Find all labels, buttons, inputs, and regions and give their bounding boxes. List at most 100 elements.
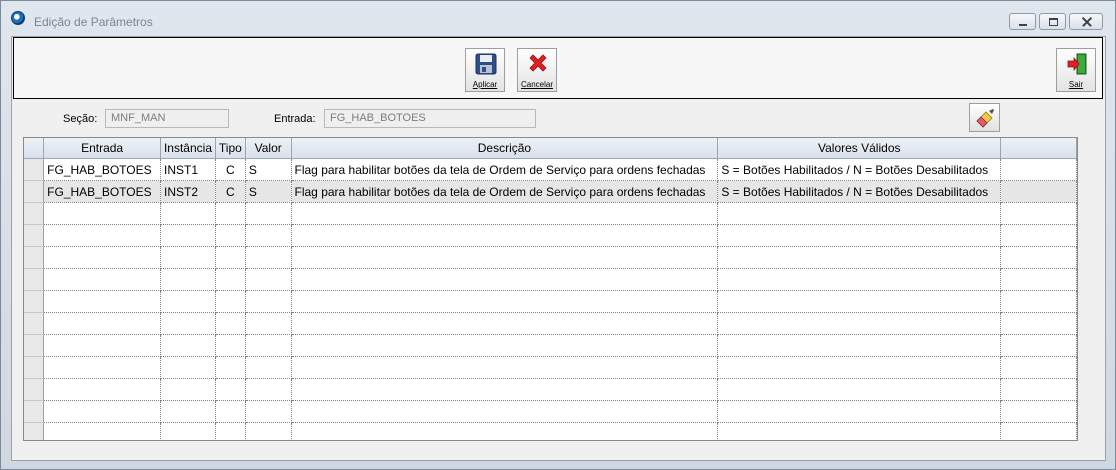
empty-cell[interactable] — [160, 290, 216, 313]
empty-cell[interactable] — [160, 246, 216, 269]
empty-cell[interactable] — [43, 268, 162, 291]
clear-button[interactable] — [969, 103, 1000, 132]
empty-cell[interactable] — [291, 334, 719, 357]
empty-cell[interactable] — [160, 268, 216, 291]
parameters-grid[interactable]: Entrada Instância Tipo Valor Descrição V… — [23, 137, 1078, 441]
empty-cell[interactable] — [245, 334, 292, 357]
empty-cell[interactable] — [291, 246, 719, 269]
empty-cell[interactable] — [245, 290, 292, 313]
cell-descricao[interactable]: Flag para habilitar botões da tela de Or… — [291, 158, 719, 181]
empty-row[interactable] — [24, 312, 1077, 335]
empty-cell[interactable] — [717, 290, 1002, 313]
empty-cell[interactable] — [717, 246, 1002, 269]
empty-cell[interactable] — [215, 268, 246, 291]
empty-cell[interactable] — [245, 378, 292, 401]
empty-cell[interactable] — [245, 400, 292, 423]
cell-descricao[interactable]: Flag para habilitar botões da tela de Or… — [291, 180, 719, 203]
empty-cell[interactable] — [291, 422, 719, 440]
empty-cell[interactable] — [215, 400, 246, 423]
empty-cell[interactable] — [160, 356, 216, 379]
empty-cell[interactable] — [160, 378, 216, 401]
empty-cell[interactable] — [717, 202, 1002, 225]
table-row[interactable]: FG_HAB_BOTOES INST1 C S Flag para habili… — [24, 158, 1077, 181]
empty-row[interactable] — [24, 268, 1077, 291]
empty-cell[interactable] — [160, 422, 216, 440]
empty-cell[interactable] — [245, 224, 292, 247]
empty-cell[interactable] — [717, 312, 1002, 335]
table-row[interactable]: FG_HAB_BOTOES INST2 C S Flag para habili… — [24, 180, 1077, 203]
empty-cell[interactable] — [291, 356, 719, 379]
empty-cell[interactable] — [215, 378, 246, 401]
empty-cell[interactable] — [43, 312, 162, 335]
empty-cell[interactable] — [43, 400, 162, 423]
col-header-valores-validos[interactable]: Valores Válidos — [717, 138, 1002, 159]
empty-cell[interactable] — [717, 400, 1002, 423]
empty-cell[interactable] — [245, 268, 292, 291]
empty-cell[interactable] — [717, 356, 1002, 379]
empty-cell[interactable] — [43, 356, 162, 379]
empty-cell[interactable] — [291, 268, 719, 291]
cell-entrada[interactable]: FG_HAB_BOTOES — [43, 158, 162, 181]
col-header-instancia[interactable]: Instância — [160, 138, 216, 159]
cell-valor[interactable]: S — [245, 158, 292, 181]
empty-cell[interactable] — [43, 290, 162, 313]
empty-cell[interactable] — [215, 312, 246, 335]
empty-row[interactable] — [24, 290, 1077, 313]
minimize-button[interactable] — [1009, 13, 1036, 30]
empty-cell[interactable] — [43, 246, 162, 269]
empty-cell[interactable] — [215, 290, 246, 313]
empty-cell[interactable] — [215, 246, 246, 269]
empty-cell[interactable] — [291, 400, 719, 423]
empty-cell[interactable] — [215, 356, 246, 379]
cancel-button[interactable]: Cancelar — [517, 48, 557, 92]
row-indicator[interactable] — [24, 180, 45, 203]
empty-row[interactable] — [24, 356, 1077, 379]
exit-button[interactable]: Sair — [1056, 48, 1096, 92]
empty-cell[interactable] — [717, 268, 1002, 291]
empty-row[interactable] — [24, 422, 1077, 440]
col-header-tipo[interactable]: Tipo — [215, 138, 246, 159]
empty-cell[interactable] — [43, 334, 162, 357]
empty-cell[interactable] — [291, 224, 719, 247]
empty-cell[interactable] — [160, 202, 216, 225]
row-indicator[interactable] — [24, 224, 45, 247]
empty-cell[interactable] — [43, 224, 162, 247]
empty-cell[interactable] — [160, 224, 216, 247]
empty-cell[interactable] — [717, 224, 1002, 247]
cell-tipo[interactable]: C — [215, 158, 246, 181]
empty-cell[interactable] — [245, 246, 292, 269]
empty-cell[interactable] — [717, 378, 1002, 401]
empty-cell[interactable] — [291, 378, 719, 401]
row-indicator[interactable] — [24, 246, 45, 269]
empty-cell[interactable] — [245, 312, 292, 335]
cell-entrada[interactable]: FG_HAB_BOTOES — [43, 180, 162, 203]
empty-cell[interactable] — [291, 202, 719, 225]
col-header-valor[interactable]: Valor — [245, 138, 292, 159]
row-indicator[interactable] — [24, 158, 45, 181]
apply-button[interactable]: Aplicar — [465, 48, 505, 92]
empty-cell[interactable] — [215, 334, 246, 357]
empty-cell[interactable] — [215, 422, 246, 440]
empty-cell[interactable] — [717, 422, 1002, 440]
empty-row[interactable] — [24, 246, 1077, 269]
row-indicator[interactable] — [24, 356, 45, 379]
empty-cell[interactable] — [160, 334, 216, 357]
row-indicator[interactable] — [24, 400, 45, 423]
empty-row[interactable] — [24, 334, 1077, 357]
empty-row[interactable] — [24, 400, 1077, 423]
cell-valores-validos[interactable]: S = Botões Habilitados / N = Botões Desa… — [717, 180, 1002, 203]
empty-row[interactable] — [24, 224, 1077, 247]
empty-cell[interactable] — [43, 202, 162, 225]
row-indicator[interactable] — [24, 268, 45, 291]
cell-valor[interactable]: S — [245, 180, 292, 203]
row-indicator[interactable] — [24, 312, 45, 335]
empty-cell[interactable] — [160, 400, 216, 423]
cell-valores-validos[interactable]: S = Botões Habilitados / N = Botões Desa… — [717, 158, 1002, 181]
maximize-button[interactable] — [1039, 13, 1066, 30]
col-header-descricao[interactable]: Descrição — [291, 138, 719, 159]
empty-cell[interactable] — [245, 422, 292, 440]
row-indicator[interactable] — [24, 334, 45, 357]
entry-field[interactable]: FG_HAB_BOTOES — [324, 109, 536, 128]
empty-cell[interactable] — [245, 202, 292, 225]
empty-cell[interactable] — [160, 312, 216, 335]
